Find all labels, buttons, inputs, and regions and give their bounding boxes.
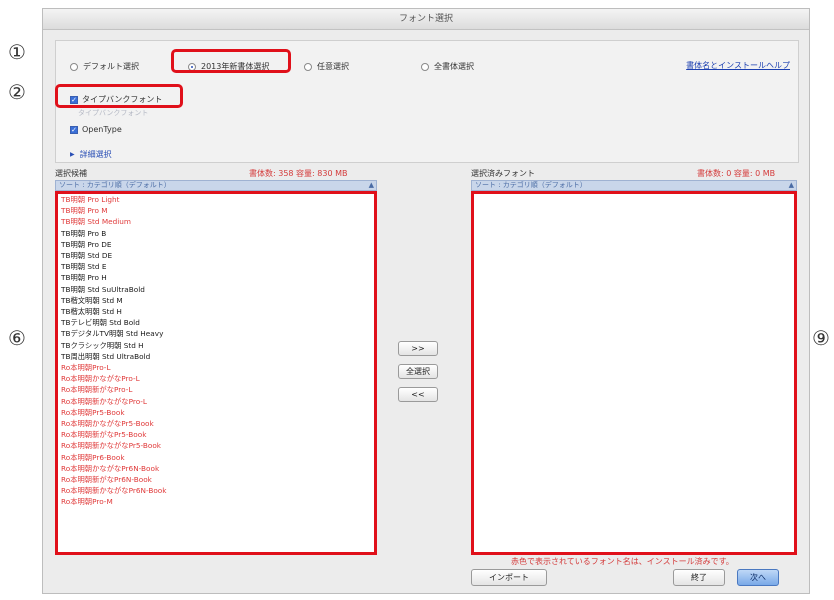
font-list-item[interactable]: Ro本明朝新かながなPr6N-Book — [58, 485, 374, 496]
font-list-item[interactable]: TBデジタルTV明朝 Std Heavy — [58, 328, 374, 339]
radio-custom[interactable]: 任意選択 — [304, 61, 349, 72]
opentype-label: OpenType — [82, 125, 122, 134]
triangle-right-icon: ▶ — [70, 151, 75, 158]
font-list-item[interactable]: Ro本明朝かながなPr6N-Book — [58, 463, 374, 474]
selected-sort-header[interactable]: ソート : カテゴリ順（デフォルト） ▲ — [471, 180, 797, 191]
font-list-item[interactable]: TB明朝 Pro DE — [58, 239, 374, 250]
import-button[interactable]: インポート — [471, 569, 547, 586]
typebank-subtext: タイプバンクフォント — [78, 109, 149, 117]
opentype-check-indicator: ✓ — [70, 125, 78, 134]
radio-all-indicator — [421, 62, 429, 71]
font-list-item[interactable]: TB明朝 Pro B — [58, 228, 374, 239]
radio-default-indicator — [70, 62, 78, 71]
highlight-box-1 — [171, 49, 291, 73]
radio-default[interactable]: デフォルト選択 — [70, 61, 139, 72]
add-button[interactable]: >> — [398, 341, 438, 356]
marker-1: ① — [8, 40, 26, 64]
installed-note: 赤色で表示されているフォント名は、インストール済みです。 — [511, 557, 734, 566]
font-list-item[interactable]: Ro本明朝かながなPro-L — [58, 373, 374, 384]
font-list-item[interactable]: TBテレビ明朝 Std Bold — [58, 317, 374, 328]
sort-arrow-icon: ▲ — [368, 181, 374, 189]
font-list-item[interactable]: TB明朝 Std E — [58, 261, 374, 272]
candidates-sort-label: ソート : カテゴリ順（デフォルト） — [59, 181, 171, 189]
font-list-item[interactable]: Ro本明朝Pr6-Book — [58, 452, 374, 463]
detail-select-label: 詳細選択 — [79, 150, 112, 159]
marker-2: ② — [8, 80, 26, 104]
opentype-checkbox[interactable]: ✓ OpenType — [70, 125, 122, 134]
candidates-list[interactable]: TB明朝 Pro Light TB明朝 Pro M TB明朝 Std Medium T… — [55, 191, 377, 555]
font-list-item[interactable]: TB楷太明朝 Std H — [58, 306, 374, 317]
next-button[interactable]: 次へ — [737, 569, 779, 586]
font-list-item[interactable]: Ro本明朝かながなPr5-Book — [58, 418, 374, 429]
candidates-sort-header[interactable]: ソート : カテゴリ順（デフォルト） ▲ — [55, 180, 377, 191]
font-list-item[interactable]: Ro本明朝新かながなPr5-Book — [58, 440, 374, 451]
selected-heading: 選択済みフォント — [471, 169, 535, 178]
finish-button[interactable]: 終了 — [673, 569, 725, 586]
remove-button[interactable]: << — [398, 387, 438, 402]
marker-9: ⑨ — [812, 326, 830, 350]
font-list-item[interactable]: TB明朝 Std Medium — [58, 216, 374, 227]
font-list-item[interactable]: Ro本明朝新かながなPro-L — [58, 396, 374, 407]
select-all-button[interactable]: 全選択 — [398, 364, 438, 379]
sort-arrow-icon: ▲ — [788, 181, 794, 189]
selected-list[interactable] — [471, 191, 797, 555]
font-list-item[interactable]: TB明朝 Pro M — [58, 205, 374, 216]
font-list-item[interactable]: TB明朝 Std DE — [58, 250, 374, 261]
radio-default-label: デフォルト選択 — [83, 62, 139, 71]
font-list-item[interactable]: TB明朝 Std SuUltraBold — [58, 284, 374, 295]
selected-stats: 書体数: 0 容量: 0 MB — [697, 169, 776, 178]
font-list-item[interactable]: Ro本明朝Pr5-Book — [58, 407, 374, 418]
font-list-item[interactable]: Ro本明朝新がなPr6N-Book — [58, 474, 374, 485]
font-list-item[interactable]: Ro本明朝新がなPr5-Book — [58, 429, 374, 440]
font-list-item[interactable]: TBクラシック明朝 Std H — [58, 340, 374, 351]
window-title: フォント選択 — [43, 9, 809, 30]
font-list-item[interactable]: Ro本明朝Pro-M — [58, 496, 374, 507]
font-list-item[interactable]: TB楷文明朝 Std M — [58, 295, 374, 306]
candidates-heading: 選択候補 — [55, 169, 87, 178]
candidates-stats: 書体数: 358 容量: 830 MB — [249, 169, 348, 178]
radio-all-label: 全書体選択 — [434, 62, 474, 71]
font-select-window: フォント選択 デフォルト選択 2013年新書体選択 任意選択 全書体選択 書体名… — [42, 8, 810, 594]
font-list-item[interactable]: Ro本明朝Pro-L — [58, 362, 374, 373]
selected-sort-label: ソート : カテゴリ順（デフォルト） — [475, 181, 587, 189]
radio-custom-indicator — [304, 62, 312, 71]
radio-custom-label: 任意選択 — [317, 62, 349, 71]
detail-select-toggle[interactable]: ▶ 詳細選択 — [70, 149, 112, 160]
font-list-item[interactable]: TB周出明朝 Std UltraBold — [58, 351, 374, 362]
font-list-item[interactable]: Ro本明朝新がなPro-L — [58, 384, 374, 395]
highlight-box-2 — [55, 84, 183, 108]
font-install-help-link[interactable]: 書体名とインストールヘルプ — [686, 60, 790, 71]
font-list-item[interactable]: TB明朝 Pro H — [58, 272, 374, 283]
font-list-item[interactable]: TB明朝 Pro Light — [58, 194, 374, 205]
marker-6: ⑥ — [8, 326, 26, 350]
radio-all[interactable]: 全書体選択 — [421, 61, 474, 72]
